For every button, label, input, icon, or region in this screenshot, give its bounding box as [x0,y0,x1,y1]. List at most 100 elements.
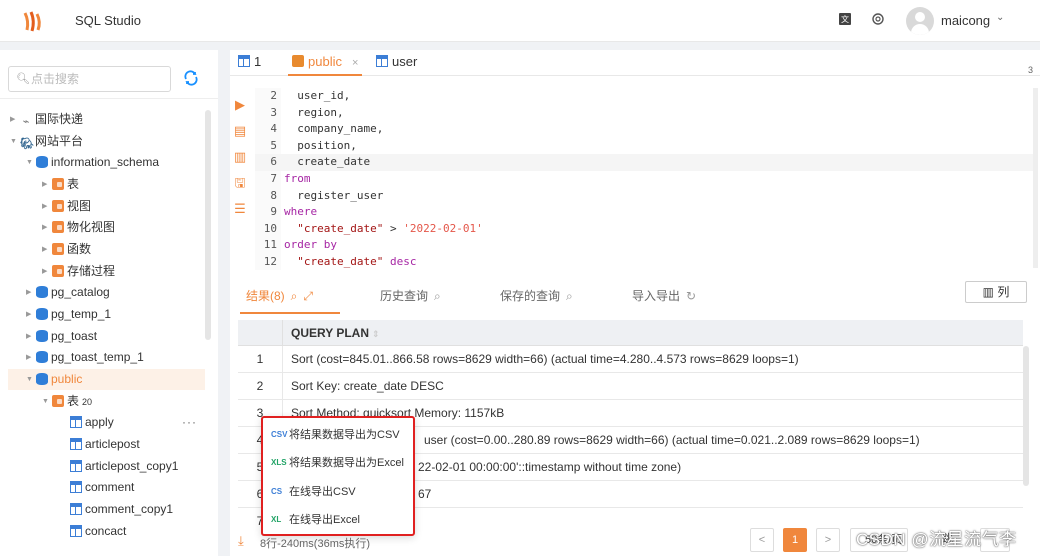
tab-public[interactable]: public × [288,50,363,76]
caret-right-icon[interactable]: ▶ [42,196,52,217]
explain-icon[interactable]: ▤ [233,124,247,138]
download-icon[interactable]: ⤓ [238,533,244,549]
search-icon[interactable]: ⌕ [291,289,298,303]
tree-item-folder[interactable]: ▶ 物化视图 [42,217,115,238]
caret-down-icon[interactable]: ▼ [26,369,36,390]
tree-item-schema[interactable]: ▶ pg_catalog [26,282,110,303]
caret-right-icon[interactable]: ▶ [42,261,52,282]
tab-results[interactable]: 结果(8) ⌕ ⤢ [246,286,313,306]
excel-icon: XLS [271,458,287,467]
username[interactable]: maicong [941,13,990,28]
tree-item-table[interactable]: comment [70,477,134,498]
code-line: 9 where [270,205,318,219]
editor-scrollbar[interactable] [1033,88,1038,268]
table-icon [70,438,82,450]
gear-icon[interactable] [870,12,886,28]
active-tab-indicator [240,312,340,314]
folder-icon [52,178,64,190]
export-context-menu: CSV 将结果数据导出为CSV XLS 将结果数据导出为Excel CS 在线导出CS… [261,416,415,536]
tree-item-schema[interactable]: ▶ pg_temp_1 [26,304,111,325]
tree-item-table[interactable]: articlepost_copy1 [70,456,178,477]
caret-right-icon[interactable]: ▶ [42,217,52,238]
tree-item-schema[interactable]: ▶ pg_toast_temp_1 [26,347,144,368]
tab-count: 3 [1028,65,1034,75]
search-icon: 🔍︎ [16,73,30,85]
table-row[interactable]: 1 Sort (cost=845.01..866.58 rows=8629 wid… [238,346,1023,373]
tree-item-schema[interactable]: ▶ pg_toast [26,326,97,347]
expand-icon[interactable]: ⤢ [303,289,313,303]
tree-item-table[interactable]: articlepost [70,434,140,455]
caret-right-icon[interactable]: ▶ [42,174,52,195]
export-excel-menu-item[interactable]: XLS 将结果数据导出为Excel [271,451,404,475]
code-editor[interactable]: 2 user_id, 3 region, 4 company_name, 5 p… [255,88,1035,271]
tab-user[interactable]: user [376,50,417,76]
tree-item-table[interactable]: comment_copy1 [70,499,173,520]
export-csv-menu-item[interactable]: CSV 将结果数据导出为CSV [271,423,400,447]
more-icon[interactable]: ··· [182,412,197,433]
save-icon[interactable]: 🖫︎ [233,176,247,190]
database-icon [36,286,48,298]
tree-item-network[interactable]: ▶ ⌁ 国际快递 [10,109,83,130]
avatar[interactable] [906,7,934,35]
tree-item-folder[interactable]: ▶ 函数 [42,239,91,260]
row-number-header [238,320,283,346]
tab-history[interactable]: 历史查询 ⌕ [380,286,441,306]
tree-item-schema[interactable]: ▼ information_schema [26,152,159,173]
caret-down-icon[interactable]: ▼ [26,152,36,173]
folder-icon [52,200,64,212]
tab-import-export[interactable]: 导入导出 ↻ [632,286,696,306]
table-icon [70,525,82,537]
refresh-icon[interactable] [183,70,199,86]
column-header[interactable]: QUERY PLAN ⇕ [291,326,380,340]
search-icon[interactable]: ⌕ [434,289,441,303]
tree-item-connection[interactable]: ▼ 🐘︎网站平台 [10,131,83,152]
tree-item-folder[interactable]: ▶ 存储过程 [42,261,115,282]
caret-right-icon[interactable]: ▶ [26,282,36,303]
caret-right-icon[interactable]: ▶ [42,239,52,260]
caret-down-icon[interactable]: ▼ [42,391,52,412]
tree-item-table[interactable]: concact [70,521,126,542]
postgres-icon: 🐘︎ [20,138,34,150]
tree-item-folder[interactable]: ▼ 表 20 [42,391,92,412]
run-icon[interactable]: ▶ [233,98,247,112]
online-export-csv-menu-item[interactable]: CS 在线导出CSV [271,480,356,504]
database-icon [36,308,48,320]
table-icon [70,416,82,428]
prev-page-button[interactable]: < [750,528,774,552]
menu-icon[interactable]: ☰ [233,202,247,216]
search-input[interactable] [31,71,166,87]
sidebar-scrollbar[interactable] [205,110,211,340]
caret-right-icon[interactable]: ▶ [10,109,20,130]
caret-right-icon[interactable]: ▶ [26,304,36,325]
tree-item-table[interactable]: apply ··· [70,412,200,433]
page-button-current[interactable]: 1 [783,528,807,552]
tree-item-folder[interactable]: ▶ 表 [42,174,79,195]
table-icon [70,460,82,472]
refresh-icon[interactable]: ↻ [686,289,696,303]
caret-right-icon[interactable]: ▶ [26,347,36,368]
search-box[interactable]: 🔍︎ [8,66,171,92]
table-row[interactable]: 2 Sort Key: create_date DESC [238,373,1023,400]
file-icon [292,55,304,67]
code-line: 4 company_name, [270,122,384,136]
search-icon[interactable]: ⌕ [566,289,573,303]
database-icon [36,330,48,342]
grid-scrollbar[interactable] [1023,346,1029,486]
columns-button[interactable]: ▥ 列 [965,281,1027,303]
sort-icon[interactable]: ⇕ [372,329,380,339]
code-line: 3 region, [270,105,344,119]
caret-down-icon[interactable]: ▼ [10,131,20,152]
result-tabs: 结果(8) ⌕ ⤢ 历史查询 ⌕ 保存的查询 ⌕ 导入导出 ↻ [230,276,1040,316]
tree-item-folder[interactable]: ▶ 视图 [42,196,91,217]
translate-icon[interactable]: 文 [837,12,853,28]
tab-1[interactable]: 1 [238,50,261,76]
tree-item-schema-selected[interactable]: ▼ public [8,369,205,390]
format-icon[interactable]: ▥ [233,150,247,164]
tab-saved-queries[interactable]: 保存的查询 ⌕ [500,286,573,306]
next-page-button[interactable]: > [816,528,840,552]
table-count-badge: 20 [82,397,93,407]
close-icon[interactable]: × [352,57,358,69]
caret-right-icon[interactable]: ▶ [26,326,36,347]
online-export-excel-menu-item[interactable]: XL 在线导出Excel [271,508,360,532]
chevron-down-icon[interactable]: ⌄ [996,12,1004,23]
